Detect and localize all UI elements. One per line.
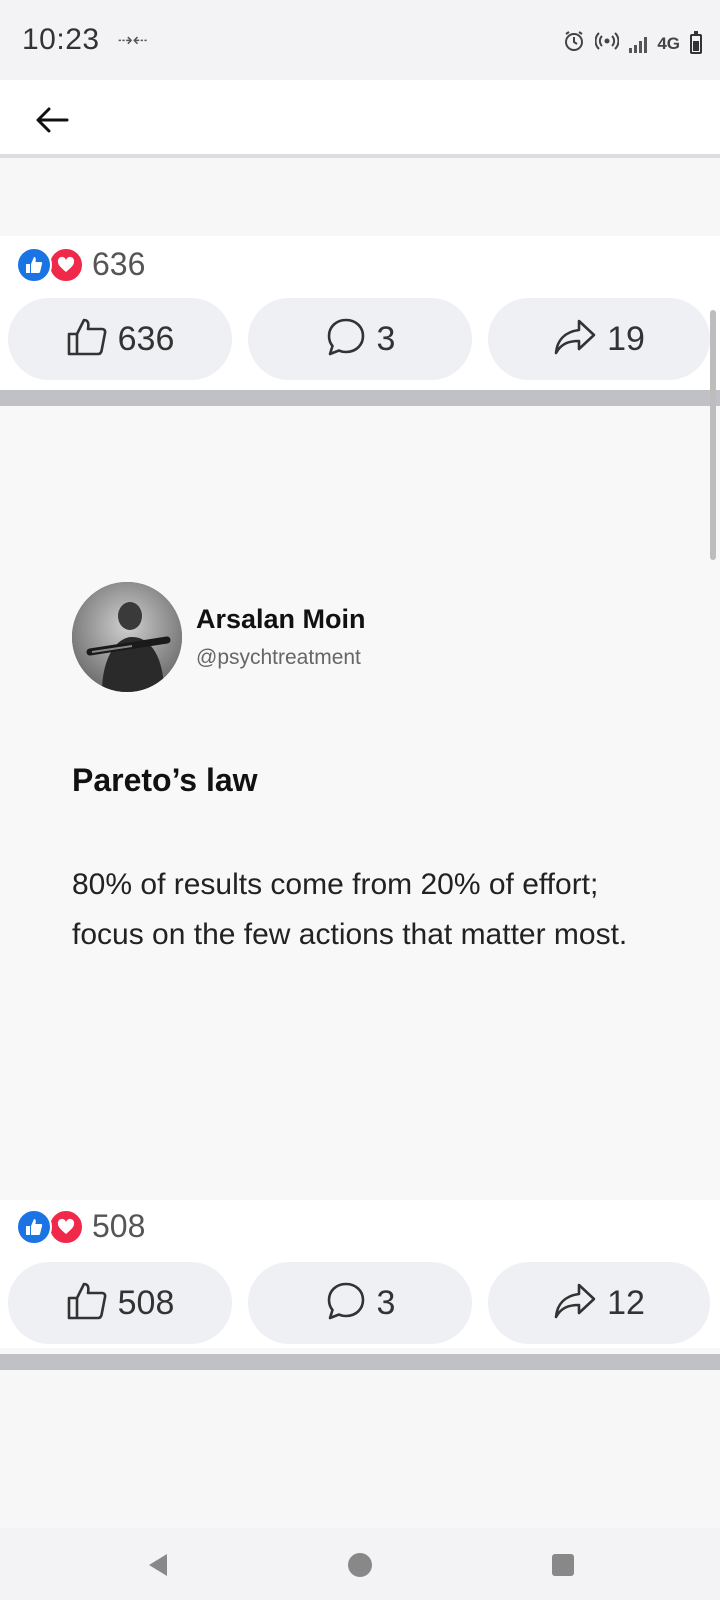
comment-count: 3 bbox=[376, 319, 396, 358]
love-reaction-icon bbox=[48, 1208, 84, 1245]
reaction-summary[interactable]: 636 bbox=[16, 246, 145, 283]
like-button[interactable]: 636 bbox=[8, 298, 232, 380]
status-bar: 10:23 ⇢⇠ 4G bbox=[0, 0, 720, 80]
thumbs-up-icon bbox=[66, 317, 108, 362]
post-divider bbox=[0, 390, 720, 406]
share-count: 12 bbox=[607, 1283, 645, 1322]
like-reaction-icon bbox=[16, 246, 52, 283]
post-title: Pareto’s law bbox=[72, 762, 258, 798]
alarm-icon bbox=[563, 30, 585, 57]
like-count: 508 bbox=[117, 1283, 175, 1322]
status-icons: 4G bbox=[563, 30, 702, 57]
author-handle: @psychtreatment bbox=[196, 646, 361, 669]
status-time: 10:23 bbox=[22, 23, 100, 56]
reactions-count: 636 bbox=[92, 246, 146, 282]
system-nav-bar bbox=[0, 1528, 720, 1600]
scrollbar[interactable] bbox=[710, 310, 716, 560]
like-count: 636 bbox=[117, 319, 175, 358]
avatar bbox=[72, 582, 182, 692]
nav-back-icon[interactable] bbox=[143, 1550, 173, 1580]
back-arrow-icon[interactable] bbox=[30, 98, 74, 142]
like-button[interactable]: 508 bbox=[8, 1262, 232, 1344]
comment-count: 3 bbox=[376, 1283, 396, 1322]
thumbs-up-icon bbox=[66, 1281, 108, 1326]
nav-home-icon[interactable] bbox=[345, 1550, 375, 1580]
signal-icon bbox=[629, 35, 648, 53]
comment-icon bbox=[325, 1281, 367, 1326]
post-footer-1: 636 636 3 19 bbox=[0, 236, 720, 390]
app-bar bbox=[0, 80, 720, 158]
share-button[interactable]: 19 bbox=[488, 298, 710, 380]
share-icon bbox=[553, 318, 597, 361]
hotspot-icon bbox=[594, 30, 620, 57]
love-reaction-icon bbox=[48, 246, 84, 283]
post-divider bbox=[0, 1354, 720, 1370]
post-image[interactable]: Arsalan Moin @psychtreatment Pareto’s la… bbox=[0, 406, 720, 1200]
comment-button[interactable]: 3 bbox=[248, 1262, 472, 1344]
like-reaction-icon bbox=[16, 1208, 52, 1245]
share-button[interactable]: 12 bbox=[488, 1262, 710, 1344]
nav-recents-icon[interactable] bbox=[548, 1550, 578, 1580]
share-icon bbox=[553, 1282, 597, 1325]
post-footer-2: 508 508 3 12 bbox=[0, 1200, 720, 1348]
comment-button[interactable]: 3 bbox=[248, 298, 472, 380]
share-count: 19 bbox=[607, 319, 645, 358]
author-name: Arsalan Moin bbox=[196, 604, 366, 634]
network-type: 4G bbox=[657, 33, 680, 53]
reactions-count: 508 bbox=[92, 1208, 146, 1244]
battery-icon bbox=[690, 30, 702, 54]
post-body: 80% of results come from 20% of effort; … bbox=[72, 868, 628, 951]
data-transfer-icon: ⇢⇠ bbox=[117, 29, 148, 50]
reaction-summary[interactable]: 508 bbox=[16, 1208, 145, 1245]
comment-icon bbox=[325, 317, 367, 362]
